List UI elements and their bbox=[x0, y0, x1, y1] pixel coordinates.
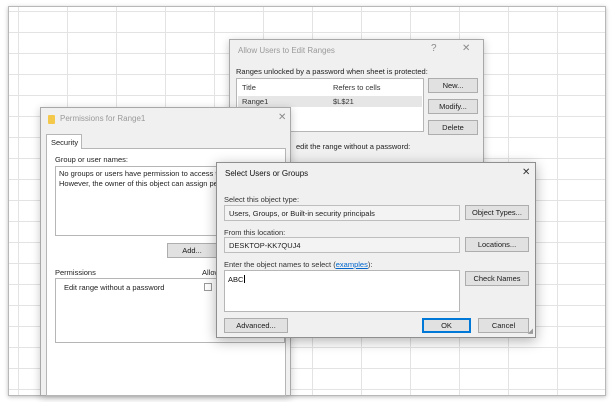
permissions-label: Permissions bbox=[55, 268, 96, 277]
ok-button[interactable]: OK bbox=[422, 318, 471, 333]
add-button[interactable]: Add... bbox=[167, 243, 217, 258]
column-header-refers[interactable]: Refers to cells bbox=[333, 83, 381, 92]
folder-icon bbox=[48, 115, 55, 124]
object-types-button[interactable]: Object Types... bbox=[465, 205, 529, 220]
cancel-button[interactable]: Cancel bbox=[478, 318, 529, 333]
range-row-refers: $L$21 bbox=[333, 97, 354, 106]
allow-checkbox[interactable] bbox=[204, 283, 212, 291]
object-names-value: ABC bbox=[228, 275, 246, 284]
enter-names-label-post: ): bbox=[367, 260, 373, 269]
advanced-button[interactable]: Advanced... bbox=[224, 318, 288, 333]
range-row-title: Range1 bbox=[242, 97, 269, 106]
group-user-names-label: Group or user names: bbox=[55, 155, 128, 164]
dialog-title: Allow Users to Edit Ranges bbox=[238, 46, 335, 55]
close-icon[interactable]: ✕ bbox=[462, 43, 470, 54]
info-line-2: However, the owner of this object can as… bbox=[59, 179, 218, 188]
resize-grip-icon[interactable]: ◢ bbox=[528, 327, 533, 335]
advanced-button-label: Advanced... bbox=[236, 321, 276, 330]
ranges-section-label: Ranges unlocked by a password when sheet… bbox=[236, 67, 428, 76]
without-password-label: edit the range without a password: bbox=[296, 142, 411, 151]
check-names-button[interactable]: Check Names bbox=[465, 271, 529, 286]
new-button[interactable]: New... bbox=[428, 78, 478, 93]
ok-button-label: OK bbox=[441, 321, 452, 330]
enter-names-label-pre: Enter the object names to select ( bbox=[224, 260, 336, 269]
locations-button[interactable]: Locations... bbox=[465, 237, 529, 252]
enter-names-label: Enter the object names to select (exampl… bbox=[224, 260, 372, 269]
select-users-or-groups-dialog: Select Users or Groups ✕ Select this obj… bbox=[216, 162, 536, 338]
delete-button[interactable]: Delete bbox=[428, 120, 478, 135]
dialog-title: Select Users or Groups bbox=[225, 169, 309, 178]
close-icon[interactable]: ✕ bbox=[278, 112, 286, 123]
column-header-title[interactable]: Title bbox=[242, 83, 256, 92]
delete-button-label: Delete bbox=[442, 123, 464, 132]
object-types-button-label: Object Types... bbox=[472, 208, 522, 217]
object-names-textarea[interactable]: ABC bbox=[224, 270, 460, 312]
range-row[interactable]: Range1 $L$21 bbox=[238, 96, 422, 107]
cancel-button-label: Cancel bbox=[491, 321, 516, 330]
examples-link[interactable]: examples bbox=[336, 260, 368, 269]
object-type-label: Select this object type: bbox=[224, 195, 300, 204]
modify-button[interactable]: Modify... bbox=[428, 99, 478, 114]
location-label: From this location: bbox=[224, 228, 286, 237]
object-type-field: Users, Groups, or Built-in security prin… bbox=[224, 205, 460, 221]
add-button-label: Add... bbox=[182, 246, 202, 255]
modify-button-label: Modify... bbox=[439, 102, 467, 111]
location-field: DESKTOP-KK7QUJ4 bbox=[224, 237, 460, 253]
permission-item: Edit range without a password bbox=[64, 283, 165, 292]
locations-button-label: Locations... bbox=[477, 240, 517, 249]
info-line-1: No groups or users have permission to ac… bbox=[59, 169, 222, 178]
tab-security[interactable]: Security bbox=[46, 134, 82, 149]
help-icon[interactable]: ? bbox=[431, 43, 437, 54]
dialog-title: Permissions for Range1 bbox=[60, 114, 146, 123]
check-names-button-label: Check Names bbox=[473, 274, 521, 283]
tab-security-label: Security bbox=[51, 138, 79, 147]
new-button-label: New... bbox=[442, 81, 464, 90]
close-icon[interactable]: ✕ bbox=[522, 167, 530, 178]
